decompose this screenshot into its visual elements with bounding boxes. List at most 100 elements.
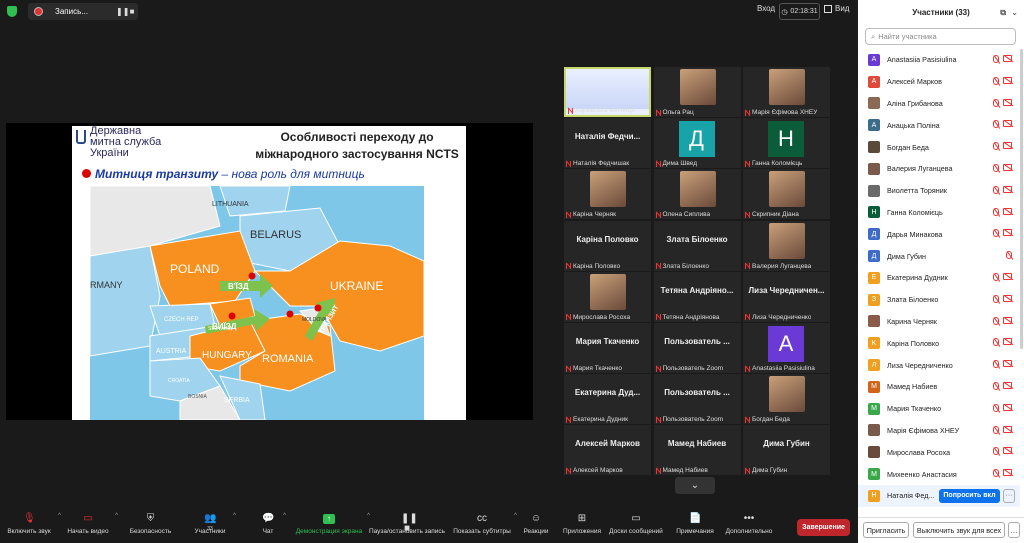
captions-button[interactable]: cc Показать субтитры ^	[453, 508, 517, 543]
end-meeting-button[interactable]: Завершение	[797, 519, 850, 536]
participant-name: Мамед Набиев	[887, 382, 938, 392]
tile-display-name: Наталія Федчи...	[574, 132, 641, 142]
participant-row[interactable]: З Злата Білоенко	[858, 289, 1020, 311]
video-tile[interactable]: A Anastasiia Pasisiulina	[743, 323, 830, 373]
view-button[interactable]: Вид	[824, 4, 849, 13]
participant-avatar	[868, 315, 880, 328]
participant-list-scrollbar[interactable]	[1020, 49, 1023, 349]
participant-row[interactable]: A Анацька Поліна	[858, 114, 1020, 136]
video-tile[interactable]: Алексей Марков Алексей Марков	[564, 425, 651, 476]
participant-row[interactable]: Л Лиза Чередниченко	[858, 354, 1020, 376]
chevron-up-icon[interactable]: ^	[58, 513, 61, 519]
chevron-up-icon[interactable]: ^	[514, 513, 517, 519]
participant-row[interactable]: Мирослава Росоха	[858, 441, 1020, 463]
participants-button[interactable]: 👥33 Участники ^	[190, 508, 236, 543]
participant-row[interactable]: Богдан Беда	[858, 136, 1020, 158]
tile-name-label: Мирослава Росоха	[566, 314, 630, 321]
participant-row[interactable]: H Наталія Фед... Попросить вкл ···	[858, 484, 1020, 507]
participant-name: Аліна Грибанова	[887, 98, 943, 108]
participant-row[interactable]: Валерия Луганцева	[858, 158, 1020, 180]
video-tile[interactable]: Злата Білоенко Злата Білоенко	[653, 220, 741, 271]
participant-photo	[769, 171, 805, 208]
participant-row[interactable]: E Екатерина Дудник	[858, 267, 1020, 289]
recording-indicator: Запись... ❚❚ ■	[28, 3, 138, 20]
ask-to-unmute-button[interactable]: Попросить вкл	[939, 488, 1000, 503]
video-tile[interactable]: Богдан Беда	[743, 374, 830, 425]
video-tile[interactable]: Наталія Федчи... Наталія Федчишак	[564, 118, 651, 169]
participant-status-icons	[993, 338, 1012, 347]
video-tile[interactable]: Мамед Набиев Мамед Набиев	[653, 425, 741, 476]
video-tile[interactable]: Мирослава Росоха	[564, 271, 651, 322]
video-tile[interactable]: Мария Ткаченко Мария Ткаченко	[564, 323, 651, 373]
stop-recording-button[interactable]: ■	[126, 7, 138, 16]
chevron-up-icon[interactable]: ^	[115, 513, 118, 519]
whiteboards-button[interactable]: ▭ Доски сообщений	[608, 508, 664, 543]
participant-status-icons	[993, 425, 1012, 434]
mic-muted-icon	[993, 272, 999, 281]
pause-recording-button[interactable]: ❚❚	[116, 7, 129, 16]
participant-row[interactable]: K Каріна Половко	[858, 332, 1020, 354]
slide-title: Особливості переходу до міжнародного зас…	[255, 130, 459, 161]
participant-more-button[interactable]: ···	[1003, 488, 1015, 503]
participant-row[interactable]: Д Дарья Минакова	[858, 223, 1020, 245]
video-tile[interactable]: Екатерина Дуд... Екатерина Дудник	[564, 374, 651, 425]
participant-name: Anastasiia Pasisiulina	[887, 55, 957, 65]
participant-row[interactable]: A Anastasiia Pasisiulina	[858, 49, 1020, 71]
panel-more-button[interactable]: …	[1008, 522, 1020, 538]
more-button[interactable]: ••• Дополнительно	[724, 508, 774, 543]
tile-label-text: Ганна Коломієць	[752, 160, 803, 168]
video-tile[interactable]: Каріна Черняк	[564, 169, 651, 220]
video-tile[interactable]: Тетяна Андріяно... Тетяна Андріянова	[653, 271, 741, 322]
start-video-button[interactable]: ▭ Начать видео ^	[64, 508, 118, 543]
security-button[interactable]: ⛨ Безопасность	[128, 508, 173, 543]
share-screen-button[interactable]: ↑ Демонстрация экрана ^	[294, 508, 370, 543]
video-tile[interactable]: Дима Губин Дима Губин	[743, 425, 830, 476]
pause-recording-toolbar-button[interactable]: ❚❚ ■ Пауза/остановить запись	[368, 508, 446, 543]
chevron-up-icon[interactable]: ^	[283, 513, 286, 519]
participant-row[interactable]: Карина Черняк	[858, 311, 1020, 333]
notes-icon: 📄	[689, 513, 702, 524]
participant-avatar	[868, 141, 880, 154]
tile-display-name: Мамед Набиев	[667, 439, 727, 449]
video-tile[interactable]: Н Ганна Коломієць	[743, 118, 830, 169]
chat-button[interactable]: 💬 Чат ^	[256, 508, 286, 543]
video-tile[interactable]: Валерия Луганцева	[743, 220, 830, 271]
video-tile[interactable]: Пользователь ... Пользователь Zoom	[653, 374, 741, 425]
participant-row[interactable]: M Мария Ткаченко	[858, 398, 1020, 420]
video-tile[interactable]: Лиза Чередничен... Лиза Чередниченко	[743, 271, 830, 322]
participant-row[interactable]: M Мамед Набиев	[858, 376, 1020, 398]
video-tile[interactable]: Д Дима Швед	[653, 118, 741, 169]
mic-muted-icon	[745, 467, 750, 474]
participant-row[interactable]: H Ганна Коломієць	[858, 202, 1020, 224]
participant-row[interactable]: Аліна Грибанова	[858, 93, 1020, 115]
chevron-up-icon[interactable]: ^	[233, 513, 236, 519]
mute-all-button[interactable]: Выключить звук для всех	[913, 522, 1005, 538]
participant-row[interactable]: M Михеенко Анастасия	[858, 463, 1020, 485]
participant-name: Алексей Марков	[887, 77, 942, 87]
video-tile[interactable]: Каріна Половко Каріна Половко	[564, 220, 651, 271]
search-input[interactable]: ⌕ Найти участника	[865, 28, 1016, 45]
gallery-scroll-down-button[interactable]: ⌄	[675, 477, 715, 494]
invite-button[interactable]: Пригласить	[863, 522, 909, 538]
apps-button[interactable]: ⊞ Приложения	[561, 508, 603, 543]
participant-status-icons	[993, 55, 1012, 63]
enter-button[interactable]: Вход	[757, 4, 775, 13]
popout-icon[interactable]: ⧉	[1000, 0, 1006, 25]
video-tile[interactable]: Харківська митниця	[564, 67, 651, 117]
video-tile[interactable]: Марія Єфімова ХНЕУ	[743, 67, 830, 117]
video-tile[interactable]: Скрипник Діана	[743, 169, 830, 220]
security-shield-icon[interactable]	[7, 6, 17, 17]
participant-row[interactable]: A Алексей Марков	[858, 71, 1020, 93]
video-tile[interactable]: Олена Сиплива	[653, 169, 741, 220]
unmute-button[interactable]: 🎙 Включить звук ^	[3, 508, 61, 543]
participant-row[interactable]: Виолетта Торяник	[858, 180, 1020, 202]
participant-photo	[590, 171, 626, 208]
notes-button[interactable]: 📄 Примечания	[674, 508, 716, 543]
tile-label-text: Скрипник Діана	[752, 211, 799, 219]
participant-row[interactable]: Марія Єфімова ХНЕУ	[858, 420, 1020, 442]
participant-row[interactable]: Д Дима Губин	[858, 245, 1020, 267]
reactions-button[interactable]: ☺ Реакции	[522, 508, 550, 543]
minimize-icon[interactable]: ⌄	[1011, 0, 1018, 25]
video-tile[interactable]: Пользователь ... Пользователь Zoom	[653, 323, 741, 373]
video-tile[interactable]: Ольга Рац	[653, 67, 741, 117]
